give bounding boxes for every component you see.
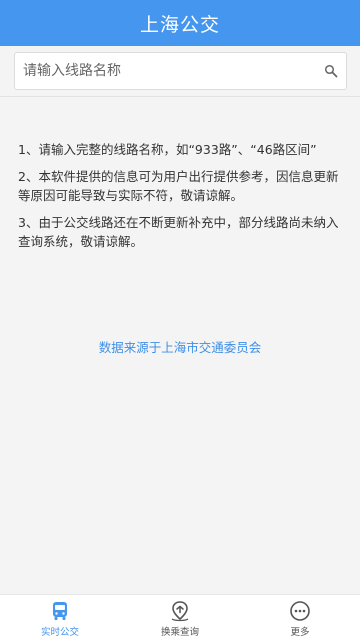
tab-realtime-bus[interactable]: 实时公交 [0, 595, 120, 641]
search-box[interactable] [14, 52, 347, 90]
search-bar [0, 46, 360, 97]
bus-icon [53, 602, 67, 620]
instruction-item: 1、请输入完整的线路名称，如“933路”、“46路区间” [18, 142, 317, 157]
instructions: 1、请输入完整的线路名称，如“933路”、“46路区间” 2、本软件提供的信息可… [18, 140, 346, 259]
data-source-link[interactable]: 数据来源于上海市交通委员会 [0, 337, 360, 356]
instruction-item: 2、本软件提供的信息可为用户出行提供参考，因信息更新等原因可能导致与实际不符，敬… [18, 169, 339, 203]
route-icon [171, 601, 189, 622]
tab-label: 更多 [290, 627, 310, 638]
more-icon [290, 601, 310, 621]
tab-label: 换乘查询 [160, 627, 199, 638]
page-title: 上海公交 [139, 13, 220, 36]
tab-label: 实时公交 [40, 627, 79, 638]
tab-transfer-query[interactable]: 换乘查询 [120, 595, 240, 641]
instruction-item: 3、由于公交线路还在不断更新补充中，部分线路尚未纳入查询系统，敬请谅解。 [18, 215, 339, 249]
search-input[interactable] [23, 53, 313, 89]
search-icon[interactable] [324, 64, 338, 78]
bottom-tab-bar: 实时公交 换乘查询 更多 [0, 594, 360, 641]
tab-more[interactable]: 更多 [240, 595, 360, 641]
app-header: 上海公交 [0, 0, 360, 46]
